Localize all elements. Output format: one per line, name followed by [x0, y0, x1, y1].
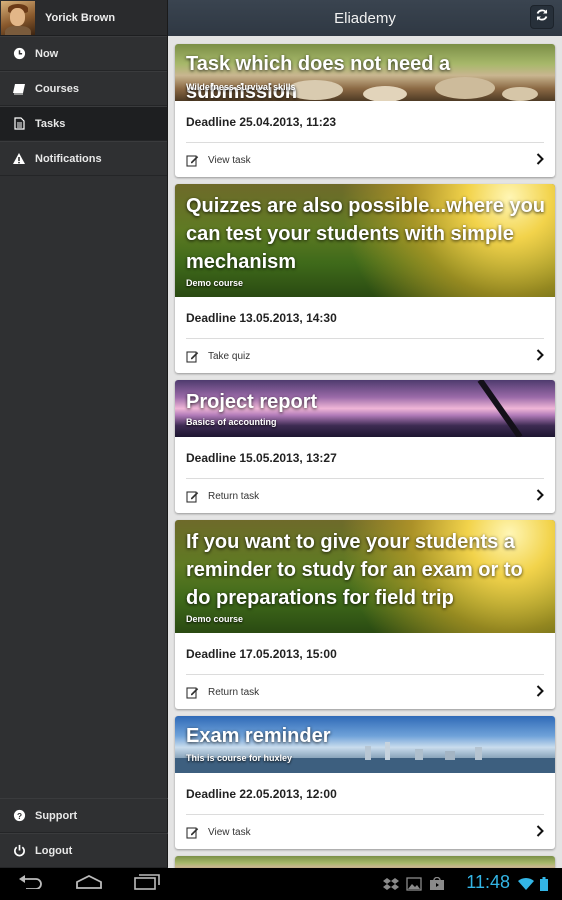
task-title: Quizzes are also possible...where you ca…	[186, 195, 546, 273]
task-title: Exam reminder	[186, 725, 331, 747]
task-deadline: Deadline 22.05.2013, 12:00	[186, 773, 544, 815]
action-label: View task	[208, 154, 251, 166]
task-card[interactable]: Task which does not need a submission Wi…	[175, 44, 555, 177]
action-bar: Eliademy	[168, 0, 562, 36]
sidebar-footer: ? Support Logout	[0, 798, 168, 868]
sidebar-item-support[interactable]: ? Support	[0, 798, 168, 833]
task-card[interactable]: Quizzes are also possible...where you ca…	[175, 184, 555, 373]
view-task-button[interactable]: View task	[186, 143, 544, 177]
task-list: Task which does not need a submission Wi…	[168, 36, 562, 868]
back-icon	[18, 874, 44, 894]
edit-icon	[186, 350, 199, 363]
task-title: If you want to give your students a remi…	[186, 531, 523, 609]
task-card-partial[interactable]	[175, 856, 555, 868]
chevron-right-icon	[536, 488, 544, 504]
status-icons	[518, 877, 548, 896]
profile-header[interactable]: Yorick Brown	[0, 0, 167, 36]
sidebar-item-now[interactable]: Now	[0, 36, 167, 71]
document-icon	[12, 117, 26, 131]
task-deadline: Deadline 25.04.2013, 11:23	[186, 101, 544, 143]
sidebar-item-label: Support	[35, 809, 78, 822]
app-title: Eliademy	[334, 9, 396, 27]
task-deadline: Deadline 13.05.2013, 14:30	[186, 297, 544, 339]
take-quiz-button[interactable]: Take quiz	[186, 339, 544, 373]
profile-name: Yorick Brown	[45, 11, 116, 24]
task-card[interactable]: Project report Basics of accounting Dead…	[175, 380, 555, 513]
system-navigation-bar: 11:48	[0, 868, 562, 900]
chevron-right-icon	[536, 348, 544, 364]
recent-apps-icon	[134, 873, 160, 895]
home-button[interactable]	[74, 874, 104, 894]
chevron-right-icon	[536, 824, 544, 840]
action-label: Take quiz	[208, 350, 251, 362]
sidebar-item-tasks[interactable]: Tasks	[0, 106, 167, 141]
warning-icon	[12, 152, 26, 166]
course-name: Basics of accounting	[186, 417, 277, 427]
dropbox-icon	[383, 877, 399, 896]
task-title: Task which does not need a submission	[186, 53, 451, 101]
sidebar-item-label: Tasks	[35, 117, 66, 130]
svg-text:?: ?	[16, 811, 21, 821]
power-icon	[12, 844, 26, 858]
clock: 11:48	[466, 872, 510, 892]
course-name: Wilderness survival skills	[186, 82, 296, 92]
task-banner: Task which does not need a submission Wi…	[175, 44, 555, 101]
sidebar-item-label: Now	[35, 47, 59, 60]
task-title: Project report	[186, 391, 318, 413]
return-task-button[interactable]: Return task	[186, 479, 544, 513]
chevron-right-icon	[536, 684, 544, 700]
sidebar-item-label: Logout	[35, 844, 73, 857]
task-banner: Quizzes are also possible...where you ca…	[175, 184, 555, 297]
sidebar-item-courses[interactable]: Courses	[0, 71, 167, 106]
edit-icon	[186, 686, 199, 699]
back-button[interactable]	[16, 874, 46, 894]
task-banner: Exam reminder This is course for huxley	[175, 716, 555, 773]
edit-icon	[186, 154, 199, 167]
task-deadline: Deadline 15.05.2013, 13:27	[186, 437, 544, 479]
edit-icon	[186, 490, 199, 503]
task-banner: If you want to give your students a remi…	[175, 520, 555, 633]
avatar	[1, 0, 35, 35]
chevron-right-icon	[536, 152, 544, 168]
home-icon	[76, 874, 102, 894]
task-card[interactable]: If you want to give your students a remi…	[175, 520, 555, 709]
wifi-icon	[518, 877, 534, 896]
battery-icon	[540, 877, 548, 896]
action-label: Return task	[208, 686, 260, 698]
return-task-button[interactable]: Return task	[186, 675, 544, 709]
action-label: View task	[208, 826, 251, 838]
navigation-drawer: Yorick Brown Now Courses Tasks Notificat…	[0, 0, 168, 868]
view-task-button[interactable]: View task	[186, 815, 544, 849]
task-card[interactable]: Exam reminder This is course for huxley …	[175, 716, 555, 849]
recent-apps-button[interactable]	[132, 873, 162, 895]
refresh-button[interactable]	[530, 5, 554, 29]
notification-icons	[383, 876, 445, 896]
play-store-icon	[429, 876, 445, 896]
task-banner: Project report Basics of accounting	[175, 380, 555, 437]
course-name: Demo course	[186, 278, 244, 288]
book-icon	[12, 82, 26, 96]
task-deadline: Deadline 17.05.2013, 15:00	[186, 633, 544, 675]
sidebar-item-notifications[interactable]: Notifications	[0, 141, 167, 176]
gallery-icon	[406, 877, 422, 896]
question-icon: ?	[12, 809, 26, 823]
sidebar-item-logout[interactable]: Logout	[0, 833, 168, 868]
sidebar-item-label: Courses	[35, 82, 80, 95]
action-label: Return task	[208, 490, 260, 502]
course-name: Demo course	[186, 614, 244, 624]
edit-icon	[186, 826, 199, 839]
refresh-icon	[535, 8, 549, 27]
sidebar-item-label: Notifications	[35, 152, 102, 165]
course-name: This is course for huxley	[186, 753, 293, 763]
clock-icon	[12, 47, 26, 61]
